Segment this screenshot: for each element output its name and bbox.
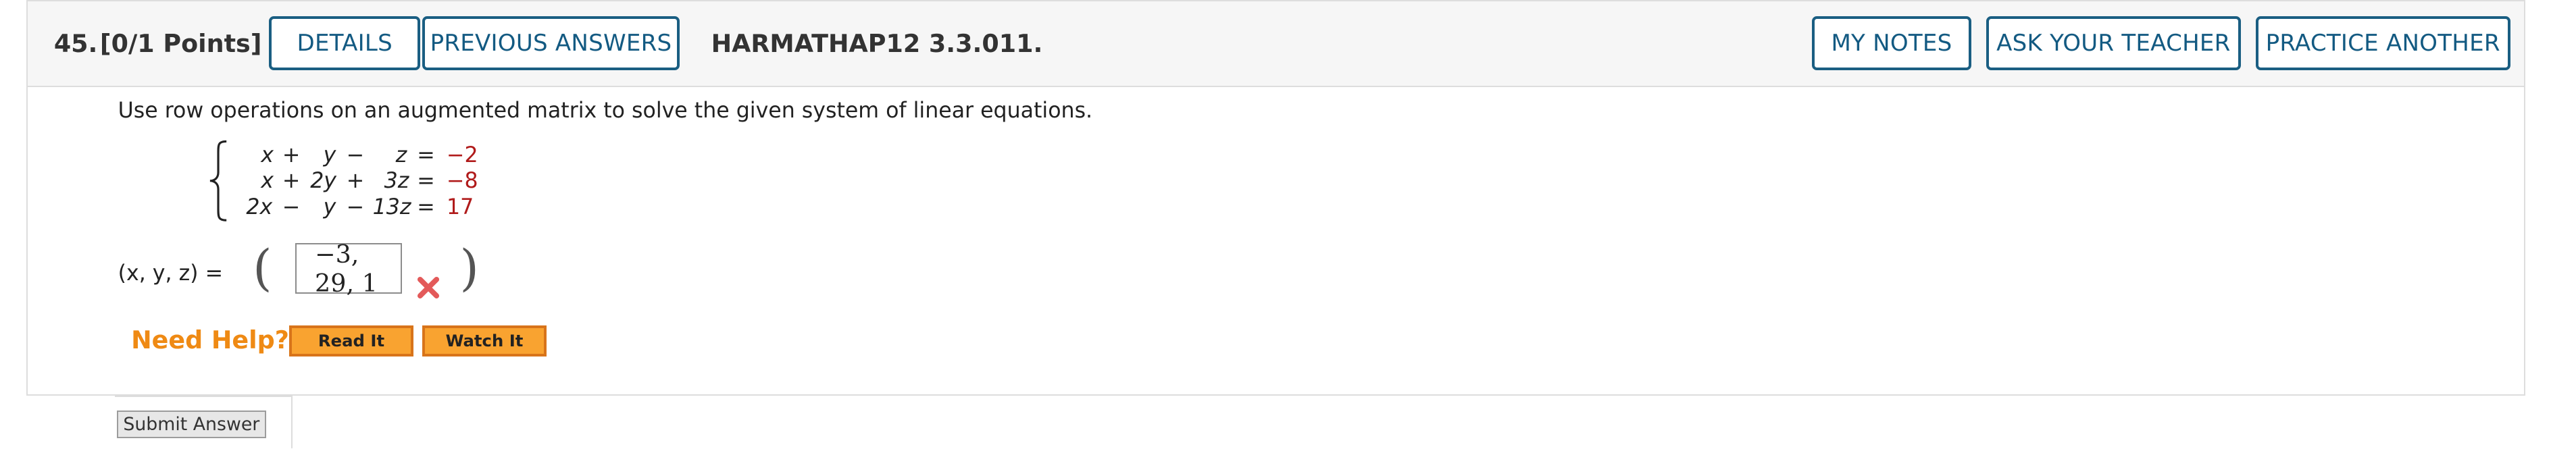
submit-answer-button[interactable]: Submit Answer — [116, 411, 266, 439]
previous-answers-button[interactable]: PREVIOUS ANSWERS — [422, 16, 680, 71]
equation-row-3: 2x − y − 13z = 17 — [246, 195, 493, 221]
ask-teacher-button[interactable]: ASK YOUR TEACHER — [1986, 16, 2241, 71]
eq1-rhs: −2 — [447, 142, 478, 167]
equation-system: x + y − z = −2 x + 2y + 3z = −8 2x − y −… — [207, 140, 486, 221]
answer-input[interactable]: −3, 29, 1 — [295, 240, 403, 298]
answer-label: (x, y, z) = — [118, 261, 224, 286]
eq3-rhs: 17 — [447, 195, 474, 220]
eq1-term-x: x — [261, 142, 274, 167]
eq3-equals: = — [417, 195, 435, 220]
details-button[interactable]: DETAILS — [269, 16, 421, 71]
left-brace-icon — [209, 140, 227, 221]
instruction-text: Use row operations on an augmented matri… — [118, 98, 1093, 123]
eq1-op1: + — [282, 142, 301, 167]
read-it-button[interactable]: Read It — [288, 325, 414, 356]
eq3-term-z: 13z — [372, 195, 411, 220]
question-code: HARMATHAP12 3.3.011. — [711, 29, 1043, 59]
equation-row-1: x + y − z = −2 — [246, 143, 493, 169]
answer-close-paren: ) — [459, 240, 479, 298]
answer-open-paren: ( — [253, 240, 272, 298]
equation-row-2: x + 2y + 3z = −8 — [246, 169, 493, 195]
eq2-rhs: −8 — [447, 169, 478, 194]
watch-it-button[interactable]: Watch It — [422, 325, 547, 356]
question-header: 45. [0/1 Points] DETAILS PREVIOUS ANSWER… — [26, 0, 2525, 87]
question-body: Use row operations on an augmented matri… — [26, 86, 2525, 396]
answer-row: (x, y, z) = ( −3, 29, 1 ) — [118, 240, 611, 306]
eq3-op2: − — [346, 195, 365, 220]
eq3-term-y: y — [323, 195, 336, 220]
eq2-term-x: x — [261, 169, 274, 194]
eq2-op2: + — [346, 169, 365, 194]
eq2-term-z: 3z — [384, 169, 409, 194]
eq2-equals: = — [417, 169, 435, 194]
practice-another-button[interactable]: PRACTICE ANOTHER — [2255, 16, 2510, 71]
answer-value: −3, 29, 1 — [315, 239, 378, 298]
eq1-term-y: y — [323, 142, 336, 167]
need-help-label: Need Help? — [131, 325, 289, 354]
my-notes-button[interactable]: MY NOTES — [1812, 16, 1971, 71]
eq1-equals: = — [417, 142, 435, 167]
incorrect-x-icon — [418, 276, 440, 298]
eq2-term-y: 2y — [310, 169, 337, 194]
eq1-op2: − — [346, 142, 365, 167]
eq3-term-x: 2x — [246, 195, 273, 220]
question-number: 45. — [53, 29, 98, 59]
eq2-op1: + — [282, 169, 301, 194]
question-points: [0/1 Points] — [99, 29, 262, 59]
eq1-term-z: z — [395, 142, 407, 167]
eq3-op1: − — [282, 195, 301, 220]
